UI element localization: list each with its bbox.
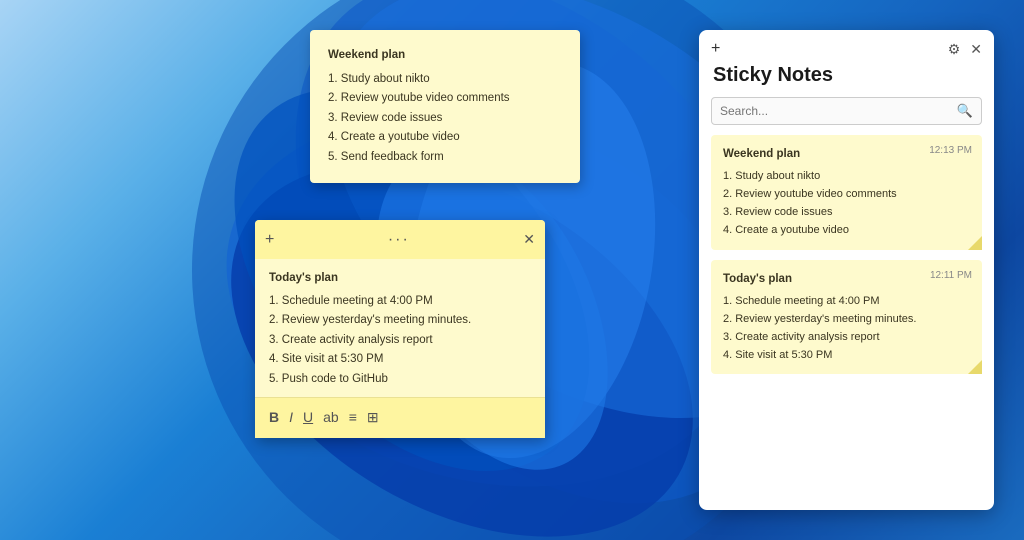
note-add-button[interactable]: + — [265, 226, 274, 253]
note-timestamp: 12:13 PM — [929, 143, 972, 160]
note-corner-fold — [968, 360, 982, 374]
search-icon: 🔍 — [957, 103, 973, 119]
panel-note-item[interactable]: 12:13 PM Weekend plan 1. Study about nik… — [711, 135, 982, 250]
note-close-button[interactable]: ✕ — [523, 228, 535, 252]
format-strikethrough-button[interactable]: ab — [323, 406, 339, 430]
today-line-4: 4. Site visit at 5:30 PM — [269, 350, 531, 370]
app-settings-button[interactable]: ⚙ — [948, 41, 961, 58]
panel-note-line-2: 2. Review youtube video comments — [723, 185, 970, 203]
note-line-2: 2. Review youtube video comments — [328, 89, 562, 109]
panel-note-line-4: 4. Create a youtube video — [723, 221, 970, 239]
format-image-button[interactable]: ⊞ — [367, 406, 379, 430]
panel-note-item[interactable]: 12:11 PM Today's plan 1. Schedule meetin… — [711, 260, 982, 375]
format-bold-button[interactable]: B — [269, 406, 279, 430]
today-line-3: 3. Create activity analysis report — [269, 331, 531, 351]
note-timestamp: 12:11 PM — [930, 268, 972, 285]
app-panel-header: + ⚙ ✕ — [699, 30, 994, 64]
panel-note-line-3: 3. Create activity analysis report — [723, 328, 970, 346]
note-chrome-toolbar: + ··· ✕ — [255, 220, 545, 259]
panel-note-line-1: 1. Study about nikto — [723, 167, 970, 185]
panel-note-line-1: 1. Schedule meeting at 4:00 PM — [723, 292, 970, 310]
note-corner-fold — [968, 236, 982, 250]
search-bar[interactable]: 🔍 — [711, 97, 982, 125]
note-line-1: 1. Study about nikto — [328, 70, 562, 90]
notes-list: 12:13 PM Weekend plan 1. Study about nik… — [699, 135, 994, 510]
note-line-3: 3. Review code issues — [328, 109, 562, 129]
app-panel-title: Sticky Notes — [699, 64, 994, 97]
app-add-note-button[interactable]: + — [711, 40, 720, 58]
app-header-icons: ⚙ ✕ — [948, 41, 982, 58]
note-body: Today's plan 1. Schedule meeting at 4:00… — [255, 259, 545, 397]
format-underline-button[interactable]: U — [303, 406, 313, 430]
format-toolbar: B I U ab ≡ ⊞ — [255, 397, 545, 438]
note-line-5: 5. Send feedback form — [328, 148, 562, 168]
format-italic-button[interactable]: I — [289, 406, 293, 430]
today-line-5: 5. Push code to GitHub — [269, 370, 531, 390]
note-line-4: 4. Create a youtube video — [328, 128, 562, 148]
app-close-button[interactable]: ✕ — [970, 41, 982, 58]
format-list-button[interactable]: ≡ — [349, 406, 357, 430]
sticky-note-weekend: Weekend plan 1. Study about nikto 2. Rev… — [310, 30, 580, 183]
note-more-button[interactable]: ··· — [388, 226, 410, 253]
sticky-note-today: + ··· ✕ Today's plan 1. Schedule meeting… — [255, 220, 545, 438]
note-title: Weekend plan — [328, 46, 562, 66]
today-line-2: 2. Review yesterday's meeting minutes. — [269, 311, 531, 331]
today-title: Today's plan — [269, 269, 531, 289]
panel-note-line-3: 3. Review code issues — [723, 203, 970, 221]
search-input[interactable] — [720, 104, 957, 118]
sticky-notes-app-panel: + ⚙ ✕ Sticky Notes 🔍 12:13 PM Weekend pl… — [699, 30, 994, 510]
panel-note-line-2: 2. Review yesterday's meeting minutes. — [723, 310, 970, 328]
panel-note-line-4: 4. Site visit at 5:30 PM — [723, 346, 970, 364]
today-line-1: 1. Schedule meeting at 4:00 PM — [269, 292, 531, 312]
